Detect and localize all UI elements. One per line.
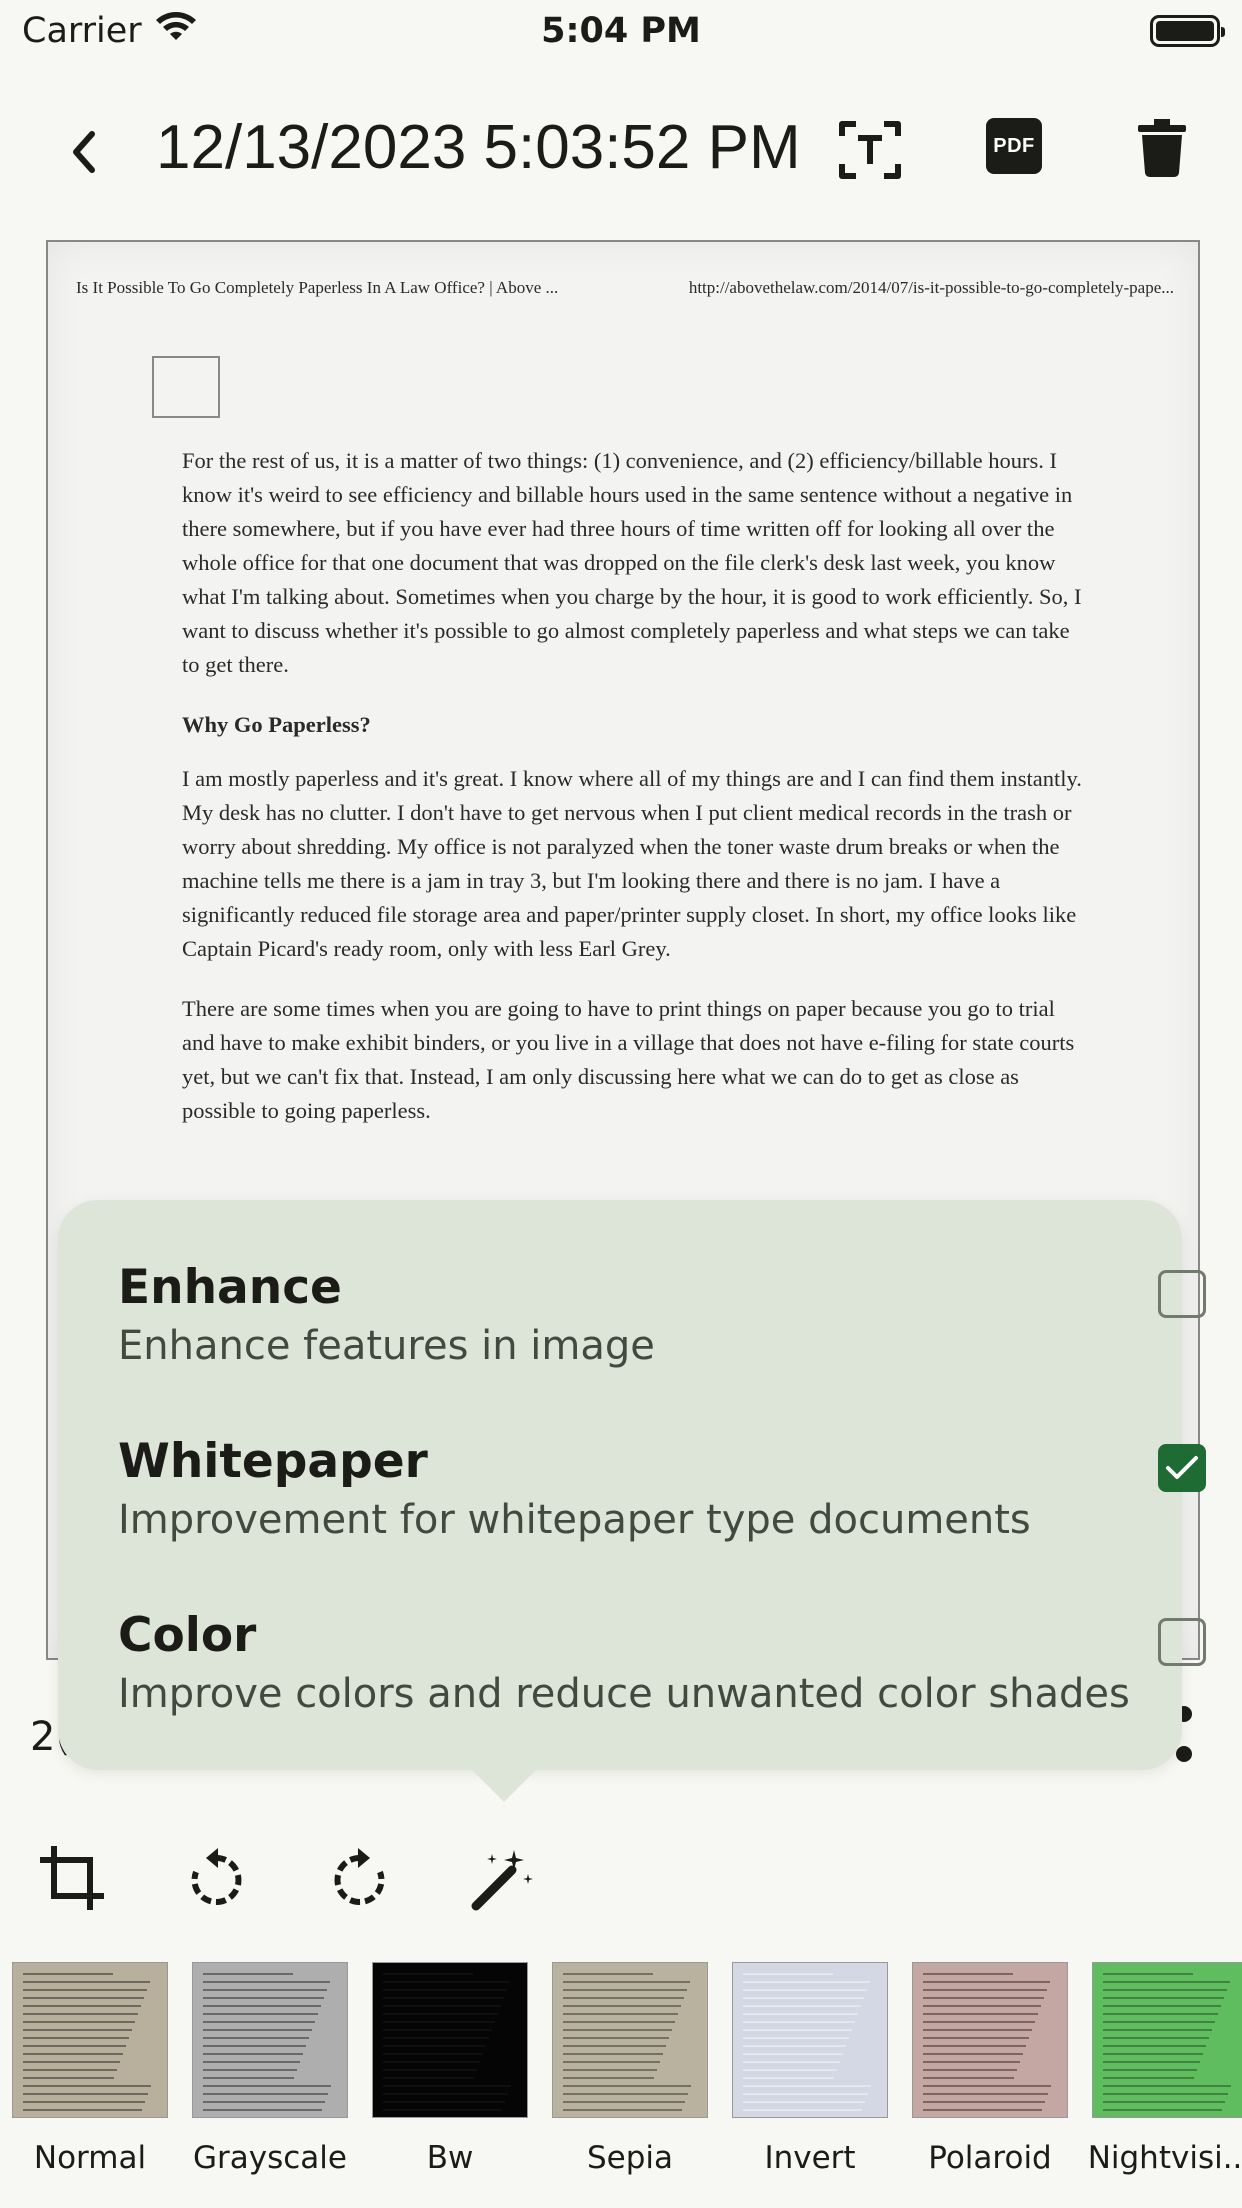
filter-option[interactable]: Normal <box>0 1962 180 2176</box>
rotate-left-button[interactable] <box>178 1840 254 1916</box>
filter-option[interactable]: Sepia <box>540 1962 720 2176</box>
document-title[interactable]: 12/13/2023 5:03:52 PM <box>156 112 801 183</box>
status-bar: Carrier 5:04 PM <box>0 0 1242 62</box>
filter-thumbnail <box>732 1962 888 2118</box>
edit-tools-bar <box>0 1840 1242 1920</box>
back-button[interactable] <box>52 120 116 184</box>
filter-thumbnail <box>12 1962 168 2118</box>
document-heading: Why Go Paperless? <box>182 712 371 737</box>
text-scan-icon <box>839 121 901 179</box>
popup-pointer <box>470 1768 538 1802</box>
document-paragraph: For the rest of us, it is a matter of tw… <box>182 448 1082 677</box>
option-description: Improve colors and reduce unwanted color… <box>118 1671 1130 1717</box>
pdf-icon: PDF <box>986 118 1042 174</box>
filter-thumbnail <box>552 1962 708 2118</box>
crop-button[interactable] <box>34 1840 110 1916</box>
color-checkbox[interactable] <box>1158 1618 1206 1666</box>
filter-option[interactable]: Nightvisi... <box>1080 1962 1242 2176</box>
filter-option[interactable]: Bw <box>360 1962 540 2176</box>
filter-thumbnail <box>1092 1962 1242 2118</box>
document-header-title: Is It Possible To Go Completely Paperles… <box>76 278 559 297</box>
document-paragraph: I am mostly paperless and it's great. I … <box>182 766 1082 961</box>
battery-icon <box>1150 15 1225 47</box>
option-title: Whitepaper <box>118 1434 428 1489</box>
filter-label: Polaroid <box>928 2140 1052 2176</box>
document-paragraph: There are some times when you are going … <box>182 996 1075 1123</box>
option-whitepaper[interactable]: Whitepaper Improvement for whitepaper ty… <box>118 1434 1206 1608</box>
rotate-left-icon <box>191 1848 242 1905</box>
pdf-label: PDF <box>993 134 1035 157</box>
filter-option[interactable]: Invert <box>720 1962 900 2176</box>
status-time: 5:04 PM <box>541 11 701 51</box>
filter-option[interactable]: Polaroid <box>900 1962 1080 2176</box>
rotate-right-icon <box>334 1848 385 1905</box>
delete-button[interactable] <box>1130 114 1194 182</box>
option-title: Color <box>118 1608 257 1663</box>
filter-thumbnail <box>372 1962 528 2118</box>
option-description: Improvement for whitepaper type document… <box>118 1497 1031 1543</box>
filter-label: Grayscale <box>193 2140 347 2176</box>
export-pdf-button[interactable]: PDF <box>982 114 1046 178</box>
rotate-right-button[interactable] <box>322 1840 398 1916</box>
text-recognition-button[interactable] <box>832 112 908 188</box>
top-toolbar: 12/13/2023 5:03:52 PM PDF <box>0 100 1242 200</box>
document-body: For the rest of us, it is a matter of tw… <box>182 444 1082 1154</box>
option-description: Enhance features in image <box>118 1323 655 1369</box>
enhance-checkbox[interactable] <box>1158 1270 1206 1318</box>
crop-icon <box>40 1846 104 1910</box>
filter-label: Bw <box>426 2140 474 2176</box>
filter-label: Sepia <box>586 2140 674 2176</box>
filter-thumbnail <box>912 1962 1068 2118</box>
filter-strip: Normal Grayscale Bw Sepia Invert Polaroid Nigh… <box>0 1962 1242 2208</box>
document-image-placeholder <box>152 356 220 418</box>
filter-thumbnail <box>192 1962 348 2118</box>
enhance-options-popup: Enhance Enhance features in image Whitep… <box>58 1200 1206 1770</box>
filter-label: Normal <box>33 2140 147 2176</box>
chevron-left-icon <box>73 131 95 173</box>
whitepaper-checkbox[interactable] <box>1158 1444 1206 1492</box>
option-color[interactable]: Color Improve colors and reduce unwanted… <box>118 1608 1206 1782</box>
checkmark-icon <box>1166 1456 1198 1479</box>
magic-wand-button[interactable] <box>466 1840 542 1916</box>
filter-option[interactable]: Grayscale <box>180 1962 360 2176</box>
document-header: Is It Possible To Go Completely Paperles… <box>76 278 1174 298</box>
magic-wand-icon <box>471 1850 533 1911</box>
trash-icon <box>1138 119 1186 177</box>
option-enhance[interactable]: Enhance Enhance features in image <box>118 1260 1206 1434</box>
option-title: Enhance <box>118 1260 342 1315</box>
filter-label: Invert <box>764 2140 856 2176</box>
filter-label: Nightvisi... <box>1087 2140 1242 2176</box>
document-header-url: http://abovethelaw.com/2014/07/is-it-pos… <box>688 278 1174 297</box>
